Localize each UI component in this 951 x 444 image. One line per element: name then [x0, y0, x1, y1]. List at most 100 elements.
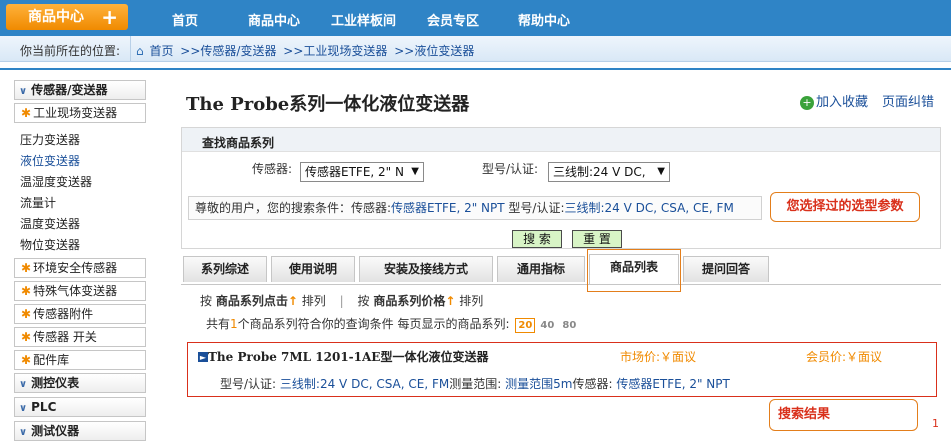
tab-specs[interactable]: 通用指标 — [497, 256, 585, 282]
add-favorite-link[interactable]: + 加入收藏 — [800, 91, 868, 110]
sidebar-head-instruments[interactable]: ∨ 测控仪表 — [14, 373, 146, 393]
result-count: 共有1个商品系列符合你的查询条件 每页显示的商品系列: 20 40 80 — [206, 315, 579, 334]
category-sidebar: ∨ 传感器/变送器 ✱ 工业现场变送器 压力变送器 液位变送器 温湿度变送器 流量计… — [14, 80, 146, 444]
count-prefix: 共有 — [206, 317, 231, 331]
chevron-down-icon: ∨ — [19, 403, 28, 414]
tab-bar: 系列综述 使用说明 安装及接线方式 通用指标 商品列表 提问回答 — [181, 254, 941, 284]
page-size-40[interactable]: 40 — [537, 319, 557, 334]
model-label: 型号/认证: — [482, 162, 539, 176]
add-favorite-label: 加入收藏 — [816, 95, 869, 110]
spec-sensor-label: 传感器: — [572, 377, 613, 391]
breadcrumb-sensors[interactable]: >>传感器/变送器 — [180, 44, 276, 58]
sort-label: 排列 — [301, 294, 326, 308]
sidebar-item-temperature[interactable]: 温度变送器 — [14, 214, 146, 235]
search-panel-header: 查找商品系列 — [182, 128, 940, 152]
page-number[interactable]: 1 — [932, 417, 939, 430]
sensor-label: 传感器: — [252, 162, 293, 176]
breadcrumb-home[interactable]: 首页 — [149, 44, 173, 58]
add-icon: + — [800, 96, 814, 110]
spec-sensor-link[interactable]: 传感器ETFE, 2" NPT — [616, 377, 730, 391]
star-icon: ✱ — [21, 284, 32, 298]
sort-by-text: 按 — [357, 294, 370, 308]
breadcrumb-field-transmitters[interactable]: >>工业现场变送器 — [283, 44, 387, 58]
sidebar-head-plc[interactable]: ∨ PLC — [14, 397, 146, 417]
model-select[interactable]: 三线制:24 V DC, ▼ — [548, 162, 670, 182]
nav-showroom[interactable]: 工业样板间 — [331, 10, 396, 29]
chevron-down-icon: ∨ — [19, 379, 28, 390]
search-panel-title: 查找商品系列 — [202, 136, 275, 150]
breadcrumb-bar: 你当前所在的位置: ⌂ 首页 >>传感器/变送器 >>工业现场变送器 >>液位变… — [0, 36, 951, 62]
tab-highlight-box — [587, 249, 681, 292]
nav-member[interactable]: 会员专区 — [427, 10, 479, 29]
sidebar-sub-accessories[interactable]: ✱ 传感器附件 — [14, 304, 146, 324]
sidebar-head-label: PLC — [31, 400, 57, 414]
arrow-up-icon[interactable]: ↑ — [445, 294, 455, 308]
sidebar-sub-env-safety[interactable]: ✱ 环境安全传感器 — [14, 258, 146, 278]
sort-label: 排列 — [459, 294, 484, 308]
sensor-select-value: 传感器ETFE, 2" N — [305, 165, 404, 179]
nav-home[interactable]: 首页 — [172, 10, 198, 29]
sidebar-item-temp-humidity[interactable]: 温湿度变送器 — [14, 172, 146, 193]
reset-button[interactable]: 重 置 — [572, 230, 622, 248]
sidebar-sub-label: 环境安全传感器 — [33, 261, 118, 275]
divider: | — [339, 294, 344, 308]
sidebar-item-flowmeter[interactable]: 流量计 — [14, 193, 146, 214]
search-results-callout: 搜索结果 — [769, 399, 918, 431]
sidebar-sub-label: 工业现场变送器 — [33, 106, 118, 120]
page-size-20[interactable]: 20 — [515, 318, 536, 333]
selected-params-callout: 您选择过的选型参数 — [770, 192, 920, 222]
plus-icon: + — [101, 5, 118, 29]
sidebar-sub-special-gas[interactable]: ✱ 特殊气体变送器 — [14, 281, 146, 301]
sort-by-clicks-link[interactable]: 商品系列点击 — [216, 294, 288, 308]
sidebar-sub-switch[interactable]: ✱ 传感器 开关 — [14, 327, 146, 347]
sidebar-sub-parts[interactable]: ✱ 配件库 — [14, 350, 146, 370]
conditions-model-label: 型号/认证: — [504, 201, 565, 215]
sidebar-head-sensors[interactable]: ∨ 传感器/变送器 — [14, 80, 146, 100]
spec-model-link[interactable]: 三线制:24 V DC, CSA, CE, FM — [280, 377, 449, 391]
condition-sensor-link[interactable]: 传感器ETFE, 2" NPT — [391, 201, 505, 215]
member-price: 会员价:￥面议 — [806, 350, 883, 364]
report-error-link[interactable]: 页面纠错 — [882, 91, 934, 110]
result-specs: 型号/认证: 三线制:24 V DC, CSA, CE, FM测量范围: 测量范… — [220, 375, 730, 392]
count-number: 1 — [230, 317, 238, 331]
model-select-value: 三线制:24 V DC, — [553, 165, 646, 179]
star-icon: ✱ — [21, 353, 32, 367]
chevron-down-icon: ▼ — [411, 166, 419, 177]
spec-model-label: 型号/认证: — [220, 377, 277, 391]
category-center-button[interactable]: 商品中心 + — [6, 4, 128, 30]
search-button[interactable]: 搜 索 — [512, 230, 562, 248]
sidebar-sub-label: 传感器附件 — [33, 307, 94, 321]
sort-by-price-link[interactable]: 商品系列价格 — [373, 294, 445, 308]
arrow-up-icon[interactable]: ↑ — [288, 294, 298, 308]
sort-controls: 按 商品系列点击↑ 排列 | 按 商品系列价格↑ 排列 — [200, 292, 483, 309]
tab-overview[interactable]: 系列综述 — [183, 256, 267, 282]
tab-instructions[interactable]: 使用说明 — [271, 256, 355, 282]
spec-range-label: 测量范围: — [449, 377, 502, 391]
star-icon: ✱ — [21, 261, 32, 275]
search-conditions: 尊敬的用户，您的搜索条件：传感器:传感器ETFE, 2" NPT 型号/认证:三… — [188, 196, 762, 220]
sidebar-head-label: 传感器/变送器 — [31, 83, 108, 97]
result-title-text[interactable]: The Probe 7ML 1201-1AE型一体化液位变送器 — [208, 350, 488, 364]
result-title[interactable]: ► The Probe 7ML 1201-1AE型一体化液位变送器 — [198, 348, 488, 365]
breadcrumb-level-transmitters[interactable]: >>液位变送器 — [394, 44, 474, 58]
arrow-right-icon: ► — [198, 352, 208, 362]
condition-model-link[interactable]: 三线制:24 V DC, CSA, CE, FM — [565, 201, 734, 215]
tab-installation[interactable]: 安装及接线方式 — [359, 256, 493, 282]
spec-range-link[interactable]: 测量范围5m — [505, 377, 572, 391]
tab-qa[interactable]: 提问回答 — [683, 256, 769, 282]
sidebar-item-pressure[interactable]: 压力变送器 — [14, 130, 146, 151]
sensor-select[interactable]: 传感器ETFE, 2" N ▼ — [300, 162, 424, 182]
conditions-prefix: 尊敬的用户，您的搜索条件：传感器: — [195, 201, 392, 215]
sidebar-item-material-level[interactable]: 物位变送器 — [14, 235, 146, 256]
sidebar-head-test[interactable]: ∨ 测试仪器 — [14, 421, 146, 441]
sidebar-head-label: 测控仪表 — [31, 376, 80, 390]
top-nav-bar: 商品中心 + 首页 商品中心 工业样板间 会员专区 帮助中心 — [0, 0, 951, 36]
nav-help[interactable]: 帮助中心 — [518, 10, 570, 29]
market-price: 市场价:￥面议 — [620, 350, 697, 364]
sidebar-sub-field-transmitters[interactable]: ✱ 工业现场变送器 — [14, 103, 146, 123]
star-icon: ✱ — [21, 330, 32, 344]
sidebar-item-level[interactable]: 液位变送器 — [14, 151, 146, 172]
page-size-80[interactable]: 80 — [559, 319, 579, 334]
sort-by-text: 按 — [200, 294, 213, 308]
nav-products[interactable]: 商品中心 — [248, 10, 300, 29]
